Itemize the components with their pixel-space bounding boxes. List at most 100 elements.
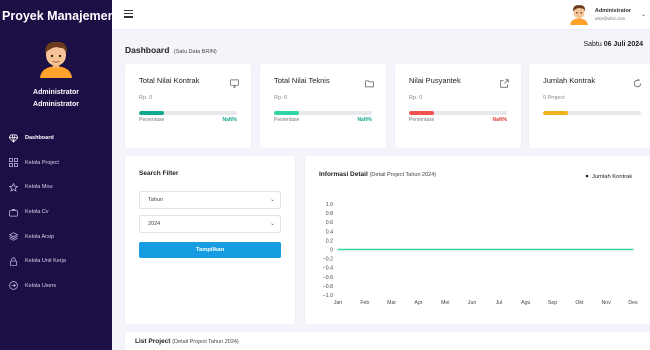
chevron-down-icon: ⌄: [269, 197, 275, 203]
briefcase-icon: [8, 207, 18, 217]
data-point: [364, 248, 366, 251]
sidebar-item-kelola-users[interactable]: Kelola Users: [0, 274, 112, 299]
date-value: 06 Juli 2024: [603, 41, 643, 48]
sidebar-item-kelola-arsip[interactable]: Kelola Arsip: [0, 224, 112, 249]
stat-label: Persentase: [409, 117, 435, 123]
sidebar-item-label: Kelola Project: [25, 159, 59, 166]
lock-icon: [8, 256, 18, 266]
sidebar-item-label: Kelola Mou: [25, 184, 53, 191]
select-value: 2024: [148, 221, 161, 227]
data-point: [498, 248, 500, 251]
x-tick-label: Jun: [468, 300, 476, 306]
avatar: [570, 5, 588, 25]
sidebar-item-kelola-project[interactable]: Kelola Project: [0, 151, 112, 176]
x-tick-label: Des: [628, 300, 638, 306]
data-point: [444, 248, 446, 251]
progress-fill: [139, 111, 165, 115]
profile-name: Administrator: [33, 89, 79, 96]
sidebar: Proyek Manajemen Administrator Administr…: [0, 0, 115, 350]
y-tick-label: 0.6: [326, 220, 333, 226]
folder-icon: [365, 75, 374, 88]
logout-icon: [8, 281, 18, 291]
filter-type-select[interactable]: Tahun ⌄: [139, 191, 281, 209]
page-title: Dashboard: [125, 45, 170, 55]
topbar: Administrator whiz@whiz.com ⌄: [112, 0, 650, 30]
x-tick-label: Jan: [334, 300, 342, 306]
stat-value: Rp. 0: [139, 95, 153, 101]
line-chart: 1.0 0.8 0.6 0.4 0.2 0 −0.2 −0.4 −0.6 −0.8 −1.0Jan F…: [323, 174, 638, 306]
sidebar-item-kelola-unit-kerja[interactable]: Kelola Unit Kerja: [0, 249, 112, 274]
user-menu[interactable]: Administrator whiz@whiz.com ⌄: [568, 3, 646, 25]
data-point: [391, 248, 393, 251]
list-subtitle: (Detail Project Tahun 2024): [172, 339, 239, 345]
user-name: Administrator: [594, 7, 631, 14]
progress-fill: [543, 111, 569, 115]
progress-bar: [274, 111, 372, 115]
y-tick-label: 1.0: [326, 202, 333, 208]
data-point: [417, 248, 420, 251]
x-tick-label: Jul: [496, 300, 503, 306]
stat-percentage: NaN%: [492, 117, 507, 123]
y-tick-label: −0.4: [323, 266, 333, 272]
stat-percentage: NaN%: [357, 117, 372, 123]
x-tick-label: Feb: [360, 300, 369, 306]
filter-year-select[interactable]: 2024 ⌄: [139, 215, 281, 233]
sidebar-item-label: Kelola Cv: [25, 209, 49, 216]
x-tick-label: Nov: [602, 300, 612, 306]
stat-title: Total Nilai Teknis: [274, 76, 330, 85]
legend-label: Jumlah Kontrak: [592, 174, 632, 180]
grid-icon: [8, 158, 18, 168]
sidebar-item-label: Kelola Users: [25, 282, 57, 289]
data-point: [337, 248, 339, 251]
progress-fill: [409, 111, 435, 115]
sidebar-profile: Administrator Administrator: [0, 32, 112, 108]
diamond-icon: [8, 133, 18, 143]
app-brand[interactable]: Proyek Manajemen: [0, 0, 115, 32]
sidebar-item-label: Kelola Unit Kerja: [25, 258, 66, 265]
y-tick-label: 0.4: [326, 229, 333, 235]
chevron-down-icon: ⌄: [269, 221, 275, 227]
x-tick-label: Sep: [548, 300, 557, 306]
x-tick-label: Mei: [441, 300, 449, 306]
y-tick-label: −1.0: [323, 293, 333, 299]
chart-card: Informasi Detail (Detail Project Tahun 2…: [305, 156, 650, 324]
stat-card-nilai-pusyantek: Nilai Pusyantek Rp. 0 Persentase NaN%: [395, 64, 521, 148]
refresh-icon: [633, 75, 642, 88]
stat-card-jumlah-kontrak: Jumlah Kontrak 0 Project: [529, 64, 650, 148]
data-point: [578, 248, 580, 251]
sidebar-item-kelola-mou[interactable]: Kelola Mou: [0, 175, 112, 200]
y-tick-label: −0.2: [323, 257, 333, 263]
data-point: [605, 248, 607, 251]
list-title-text: List Project: [135, 338, 171, 345]
select-value: Tahun: [148, 197, 163, 203]
avatar: [40, 41, 72, 78]
sidebar-item-dashboard[interactable]: Dashboard: [0, 126, 112, 151]
stat-card-nilai-kontrak: Total Nilai Kontrak Rp. 0 Persentase NaN…: [125, 64, 251, 148]
sidebar-menu: Dashboard Kelola Project Kelola Mou Kelo…: [0, 126, 112, 298]
x-tick-label: Agu: [521, 300, 530, 306]
progress-bar: [139, 111, 237, 115]
x-tick-label: Okt: [575, 300, 584, 306]
sidebar-item-kelola-cv[interactable]: Kelola Cv: [0, 200, 112, 225]
stat-value: Rp. 0: [274, 95, 288, 101]
data-point: [551, 248, 554, 251]
y-tick-label: 0.2: [326, 238, 333, 244]
page-subtitle: (Satu Data BRIN): [173, 49, 217, 55]
data-point: [471, 248, 473, 251]
sidebar-item-label: Kelola Arsip: [25, 233, 55, 240]
stat-label: Persentase: [139, 117, 165, 123]
stat-card-nilai-teknis: Total Nilai Teknis Rp. 0 Persentase NaN%: [260, 64, 386, 148]
menu-toggle-icon[interactable]: [124, 10, 133, 18]
tampilkan-button[interactable]: Tampilkan: [139, 242, 281, 258]
stat-title: Jumlah Kontrak: [543, 76, 596, 85]
page-header: Dashboard (Satu Data BRIN) Sabtu 06 Juli…: [125, 40, 647, 55]
stat-title: Total Nilai Kontrak: [139, 76, 200, 85]
stat-percentage: NaN%: [222, 117, 237, 123]
progress-bar: [409, 111, 507, 115]
data-point: [632, 248, 634, 251]
profile-role: Administrator: [33, 101, 79, 108]
stat-value: 0 Project: [543, 95, 565, 101]
list-project-card: List Project (Detail Project Tahun 2024): [125, 332, 650, 350]
data-point: [525, 248, 527, 251]
y-tick-label: 0.8: [326, 211, 333, 217]
